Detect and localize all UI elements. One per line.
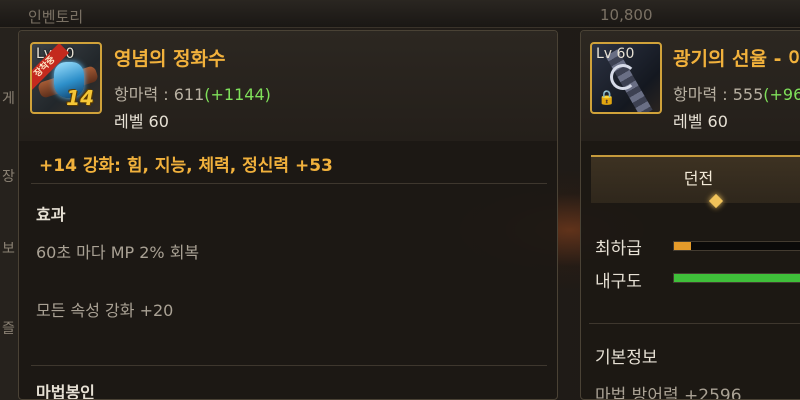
compare-magic-defense-stat: 항마력 : 555(+96 [673,81,800,105]
compare-stat-label: 항마력 : 555 [673,85,764,104]
tab-dungeon[interactable]: 던전 [591,155,800,209]
enhance-level-badge: 14 [66,86,94,110]
divider [31,365,547,366]
compare-stat-bonus: (+96 [763,85,800,104]
lock-icon: 🔒 [598,90,616,106]
basic-stat-line: 마법 방어력 +2596 [595,386,742,400]
left-tab-3[interactable]: 보 [2,238,15,258]
tooltip-header: Lv 60 장착중 14 영념의 정화수 항마력 : 611(+1144) 레벨… [19,31,557,141]
left-tab-strip: 게 장 보 즐 [0,28,20,400]
stat-bonus: (+1144) [204,85,271,104]
spiral-spear-icon: Lv 60 🔒 [590,42,662,114]
compare-tooltip-panel: Lv 60 🔒 광기의 선율 - 이 항마력 : 555(+96 레벨 60 던… [580,30,800,400]
inventory-topbar: 인벤토리 10,800 [0,0,800,28]
left-tab-1[interactable]: 게 [2,88,15,108]
item-tooltip-panel: Lv 60 장착중 14 영념의 정화수 항마력 : 611(+1144) 레벨… [18,30,558,400]
effect-line-1: 60초 마다 MP 2% 회복 [36,243,200,262]
grade-label: 최하급 [595,239,642,259]
left-tab-2[interactable]: 장 [2,166,15,186]
left-tab-4[interactable]: 즐 [2,318,15,338]
grade-bar [673,241,800,251]
divider [31,183,547,184]
effect-line-2: 모든 속성 강화 +20 [36,301,174,320]
gold-amount: 10,800 [600,6,653,24]
stat-label: 항마력 : 611 [114,85,205,104]
enhance-bonus-line: +14 강화: 힘, 지능, 체력, 정신력 +53 [39,156,333,176]
item-level: 레벨 60 [114,112,169,131]
spear-swirl [610,64,636,90]
compare-item-level: 레벨 60 [673,112,728,131]
inventory-title: 인벤토리 [28,8,84,26]
compare-header: Lv 60 🔒 광기의 선율 - 이 항마력 : 555(+96 레벨 60 [581,31,800,141]
tab-active-diamond-icon [708,193,724,209]
effect-title: 효과 [36,205,66,224]
divider [589,323,800,324]
grade-bar-fill [674,242,691,250]
item-name: 영념의 정화수 [114,48,226,70]
magic-defense-stat: 항마력 : 611(+1144) [114,81,271,105]
durability-bar [673,273,800,283]
durability-label: 내구도 [595,272,642,292]
compare-item-name: 광기의 선율 - 이 [673,48,800,70]
basic-info-title: 기본정보 [595,348,658,368]
magic-seal-title: 마법봉인 [36,383,95,400]
durability-bar-fill [674,274,800,282]
tab-dungeon-label: 던전 [683,169,714,188]
gem-bracelet-icon: Lv 60 장착중 14 [30,42,102,114]
compare-level-label: Lv 60 [596,46,635,62]
